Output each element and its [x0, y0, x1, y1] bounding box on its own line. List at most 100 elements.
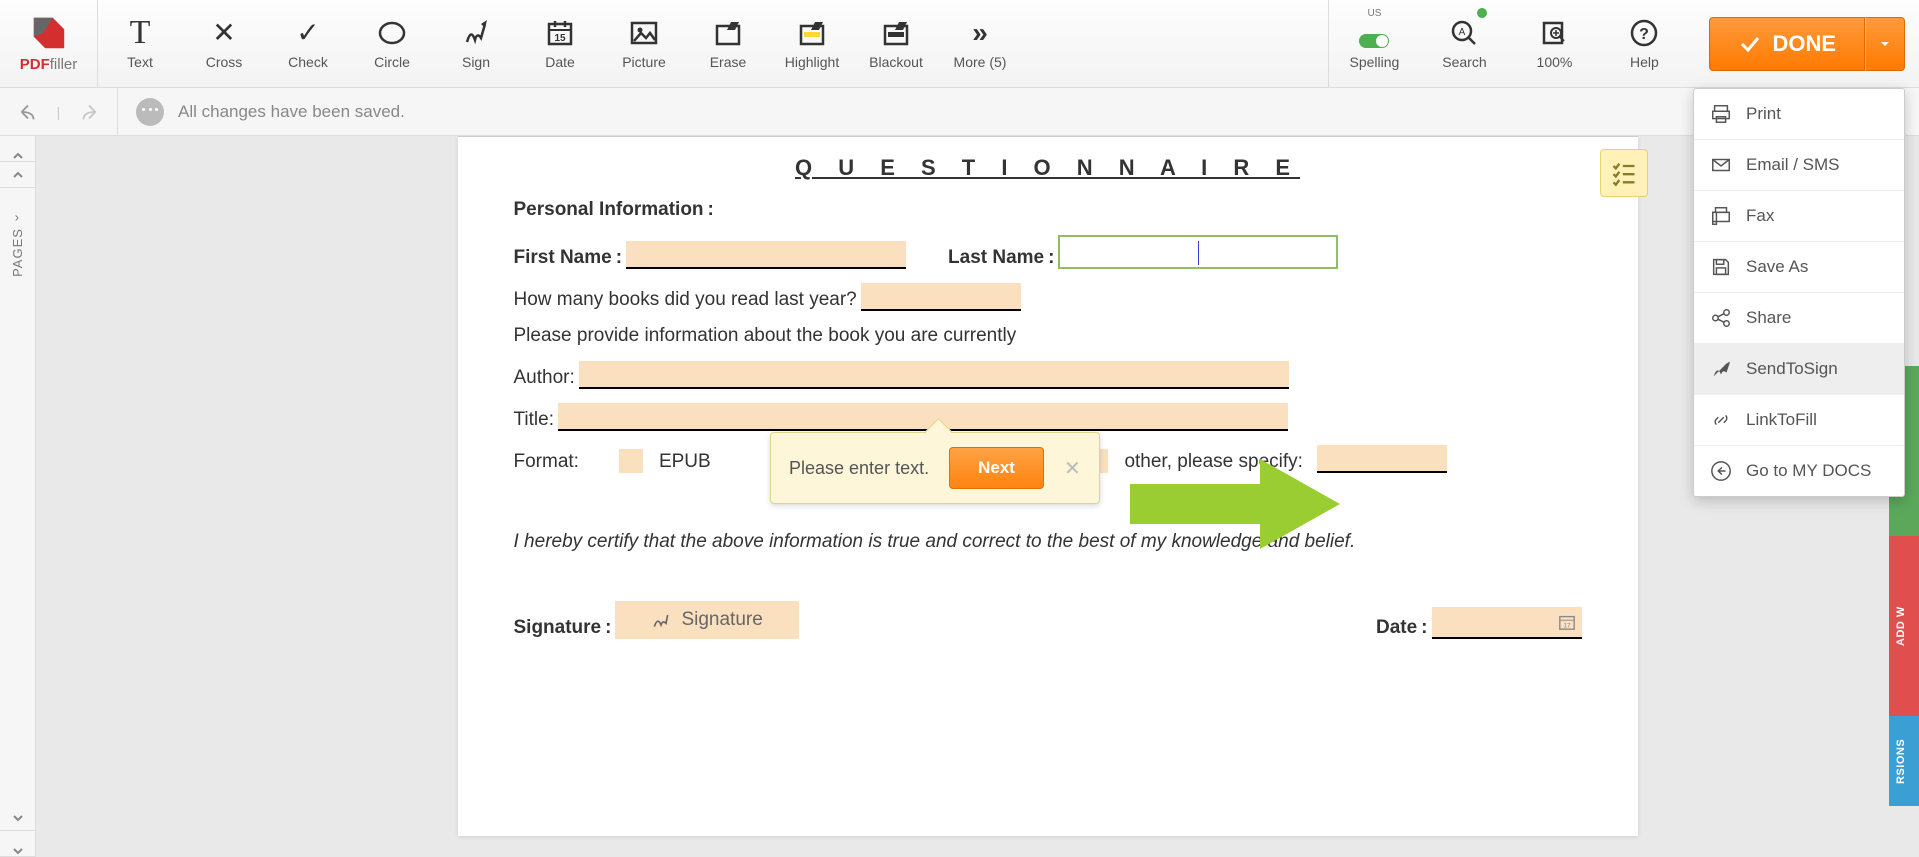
signature-label: Signature [514, 617, 602, 639]
doc-title: Q U E S T I O N N A I R E [514, 155, 1582, 181]
highlight-tool[interactable]: Highlight [770, 0, 854, 87]
more-tool[interactable]: » More (5) [938, 0, 1022, 87]
spelling-tool[interactable]: US Spelling [1329, 0, 1419, 87]
pages-panel-toggle[interactable]: PAGES › [10, 214, 25, 277]
scroll-bottom-button[interactable] [0, 831, 35, 857]
sign-icon [461, 18, 491, 48]
side-tab-add-watermark[interactable]: ADD W [1889, 536, 1919, 716]
zoom-icon [1539, 18, 1569, 48]
date-field[interactable]: 17 [1432, 607, 1582, 639]
sign-label: Sign [462, 54, 490, 70]
search-dot-icon [1477, 8, 1487, 18]
done-button-group: DONE [1709, 17, 1905, 71]
side-tab-versions[interactable]: RSIONS [1889, 716, 1919, 806]
fax-icon [1710, 205, 1732, 227]
first-name-label: First Name [514, 247, 612, 269]
caret-down-icon [1879, 38, 1891, 50]
status-message: All changes have been saved. [118, 98, 405, 126]
text-icon: T [125, 18, 155, 48]
circle-label: Circle [374, 54, 410, 70]
more-icon: » [965, 18, 995, 48]
menu-print-label: Print [1746, 104, 1781, 124]
first-name-field[interactable] [626, 241, 906, 269]
search-tool[interactable]: A Search [1419, 0, 1509, 87]
task-list-badge[interactable] [1600, 149, 1648, 197]
help-label: Help [1630, 54, 1659, 70]
undo-icon[interactable] [17, 101, 39, 123]
check-icon: ✓ [293, 18, 323, 48]
author-field[interactable] [579, 361, 1289, 389]
right-tools: US Spelling A Search 100% ? Help [1328, 0, 1689, 87]
date-icon: 15 [545, 18, 575, 48]
svg-text:17: 17 [1563, 622, 1571, 629]
text-tool[interactable]: T Text [98, 0, 182, 87]
erase-icon [713, 18, 743, 48]
main-toolbar: PDFfiller T Text ✕ Cross ✓ Check Circle … [0, 0, 1919, 88]
current-book-question: Please provide information about the boo… [514, 325, 1017, 347]
erase-label: Erase [710, 54, 747, 70]
print-icon [1710, 103, 1732, 125]
title-field[interactable] [558, 403, 1288, 431]
more-label: More (5) [954, 54, 1007, 70]
author-label: Author: [514, 367, 575, 389]
picture-label: Picture [622, 54, 666, 70]
scroll-down-button[interactable] [0, 805, 35, 831]
cross-tool[interactable]: ✕ Cross [182, 0, 266, 87]
menu-save-as[interactable]: Save As [1694, 242, 1904, 293]
erase-tool[interactable]: Erase [686, 0, 770, 87]
date-label: Date [545, 54, 575, 70]
menu-link-to-fill[interactable]: LinkToFill [1694, 395, 1904, 446]
sign-tool[interactable]: Sign [434, 0, 518, 87]
circle-icon [377, 18, 407, 48]
menu-go-to-docs[interactable]: Go to MY DOCS [1694, 446, 1904, 496]
spelling-lang: US [1367, 8, 1381, 19]
svg-text:15: 15 [554, 33, 566, 44]
signature-btn-label: Signature [681, 609, 762, 631]
help-tool[interactable]: ? Help [1599, 0, 1689, 87]
menu-share[interactable]: Share [1694, 293, 1904, 344]
tooltip-close-button[interactable]: ✕ [1064, 456, 1081, 481]
menu-save-as-label: Save As [1746, 257, 1808, 277]
menu-email[interactable]: Email / SMS [1694, 140, 1904, 191]
scroll-top-button[interactable] [0, 136, 35, 162]
books-count-field[interactable] [861, 283, 1021, 311]
redo-icon[interactable] [78, 101, 100, 123]
blackout-tool[interactable]: Blackout [854, 0, 938, 87]
menu-print[interactable]: Print [1694, 89, 1904, 140]
highlight-arrow [1130, 454, 1340, 557]
status-text: All changes have been saved. [178, 102, 405, 122]
menu-go-to-docs-label: Go to MY DOCS [1746, 461, 1871, 481]
books-question: How many books did you read last year? [514, 289, 857, 311]
format-label: Format: [514, 451, 579, 473]
divider: | [57, 104, 61, 120]
search-icon: A [1449, 18, 1479, 48]
email-icon [1710, 154, 1732, 176]
check-tool[interactable]: ✓ Check [266, 0, 350, 87]
help-icon: ? [1629, 18, 1659, 48]
zoom-tool[interactable]: 100% [1509, 0, 1599, 87]
back-icon [1710, 460, 1732, 482]
last-name-field[interactable] [1058, 235, 1338, 269]
done-button[interactable]: DONE [1709, 17, 1865, 71]
check-label: Check [288, 54, 328, 70]
signature-field[interactable]: Signature [615, 601, 798, 639]
undo-redo-group: | [0, 88, 118, 135]
picture-icon [629, 18, 659, 48]
checklist-icon [1610, 159, 1638, 187]
scroll-up-button[interactable] [0, 162, 35, 188]
text-label: Text [127, 54, 153, 70]
done-dropdown-toggle[interactable] [1865, 17, 1905, 71]
menu-fax[interactable]: Fax [1694, 191, 1904, 242]
cross-label: Cross [206, 54, 243, 70]
tooltip-next-button[interactable]: Next [949, 447, 1044, 489]
logo[interactable]: PDFfiller [0, 0, 98, 87]
left-rail: PAGES › [0, 136, 36, 857]
circle-tool[interactable]: Circle [350, 0, 434, 87]
link-icon [1710, 409, 1732, 431]
menu-send-to-sign[interactable]: SendToSign [1694, 344, 1904, 395]
done-check-icon [1738, 32, 1762, 56]
date-tool[interactable]: 15 Date [518, 0, 602, 87]
picture-tool[interactable]: Picture [602, 0, 686, 87]
epub-checkbox[interactable] [619, 449, 643, 473]
blackout-icon [881, 18, 911, 48]
